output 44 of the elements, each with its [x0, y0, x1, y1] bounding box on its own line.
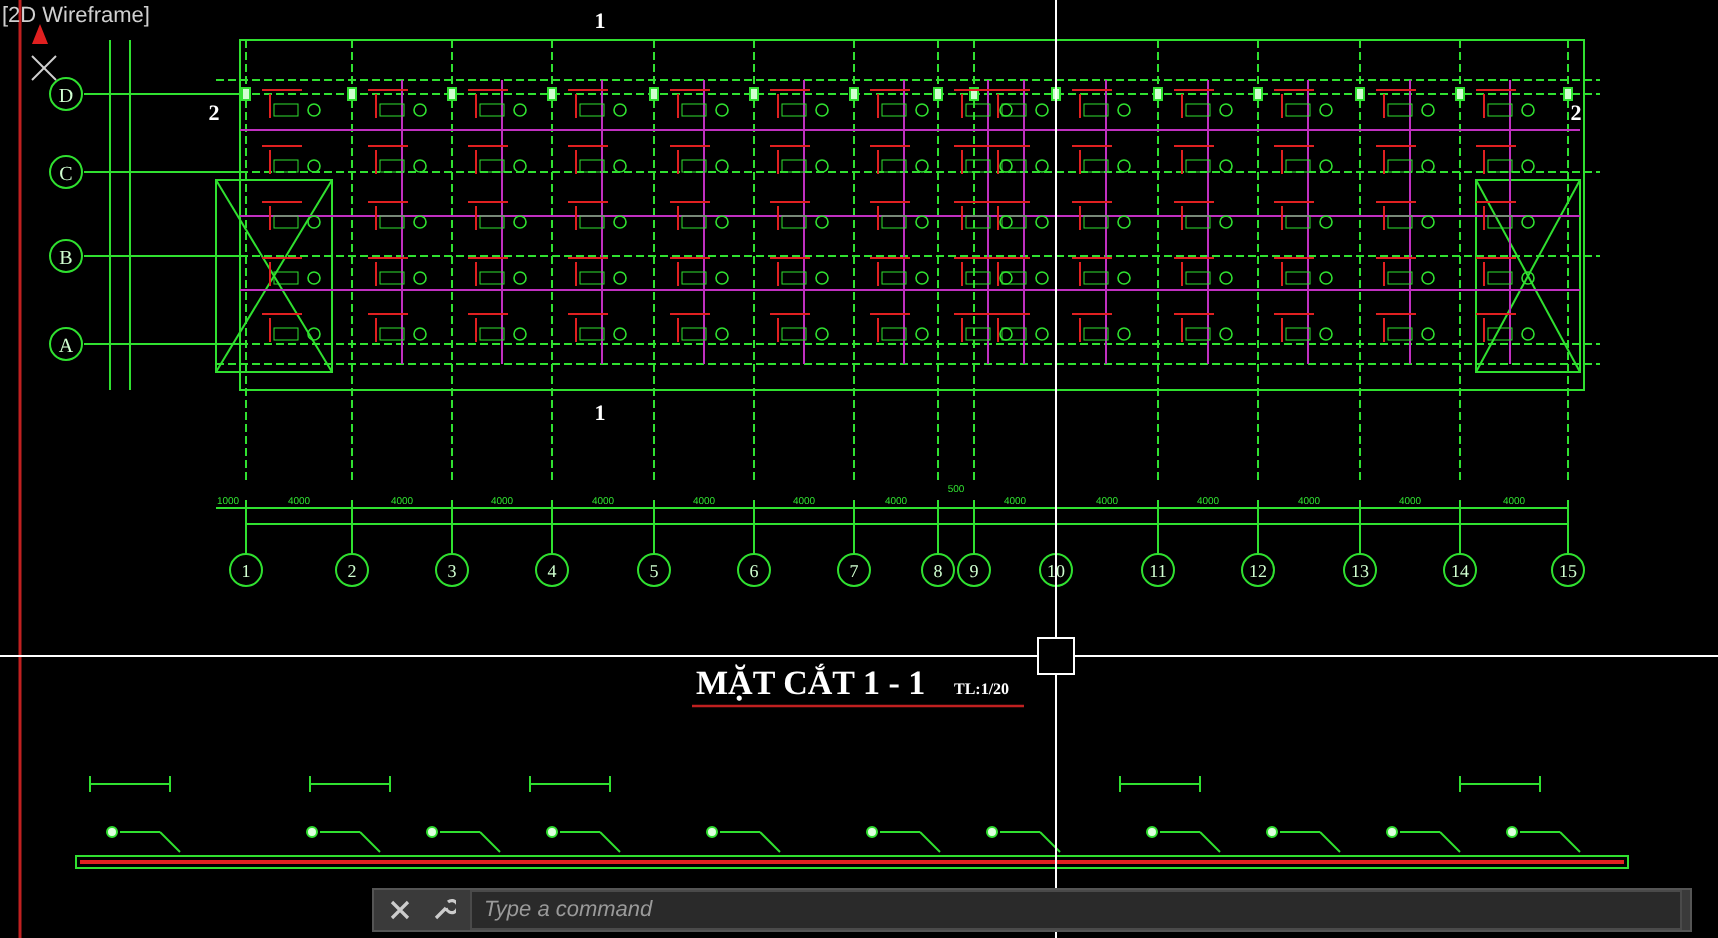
row-axis-label: C: [59, 164, 73, 186]
section-mark: 2: [1570, 102, 1582, 126]
axis-bubble: [335, 553, 369, 587]
column-axis-label: 7: [849, 561, 859, 581]
axis-bubble: [1443, 553, 1477, 587]
section-mark: 2: [208, 102, 220, 126]
axis-bubble: [1551, 553, 1585, 587]
axis-bubble: [637, 553, 671, 587]
column-axis-label: 5: [649, 561, 659, 581]
column-axis-label: 14: [1451, 561, 1469, 581]
command-input-field[interactable]: Type a command: [470, 890, 1682, 930]
axis-bubble: [837, 553, 871, 587]
section-title: MẶT CẮT 1 - 1: [696, 664, 926, 702]
axis-bubble: [49, 155, 83, 189]
column-axis-label: 15: [1559, 561, 1577, 581]
axis-bubble: [737, 553, 771, 587]
axis-bubble: [229, 553, 263, 587]
axis-bubble: [49, 239, 83, 273]
axis-bubble: [1241, 553, 1275, 587]
axis-bubble: [535, 553, 569, 587]
section-scale: TL:1/20: [954, 680, 1010, 698]
column-axis-label: 12: [1249, 561, 1267, 581]
column-axis-label: 8: [933, 561, 943, 581]
row-axis-label: A: [58, 336, 74, 358]
column-axis-label: 13: [1351, 561, 1369, 581]
axis-bubble: [1141, 553, 1175, 587]
section-mark: 1: [594, 402, 606, 426]
ucs-icon: [31, 24, 57, 81]
column-axis-label: 6: [749, 561, 759, 581]
axis-bubble: [921, 553, 955, 587]
row-axis-label: B: [59, 248, 73, 270]
axis-bubble: [49, 327, 83, 361]
axis-bubble: [435, 553, 469, 587]
section-mark: 1: [594, 10, 606, 34]
column-axis-label: 2: [347, 561, 357, 581]
column-axis-label: 4: [547, 561, 557, 581]
axis-bubble: [957, 553, 991, 587]
column-axis-label: 11: [1149, 561, 1167, 581]
row-axis-label: D: [58, 86, 74, 108]
column-axis-label: 1: [241, 561, 251, 581]
column-axis-label: 9: [969, 561, 979, 581]
column-axis-label: 3: [447, 561, 457, 581]
axis-bubble: [1343, 553, 1377, 587]
axis-bubble: [49, 77, 83, 111]
